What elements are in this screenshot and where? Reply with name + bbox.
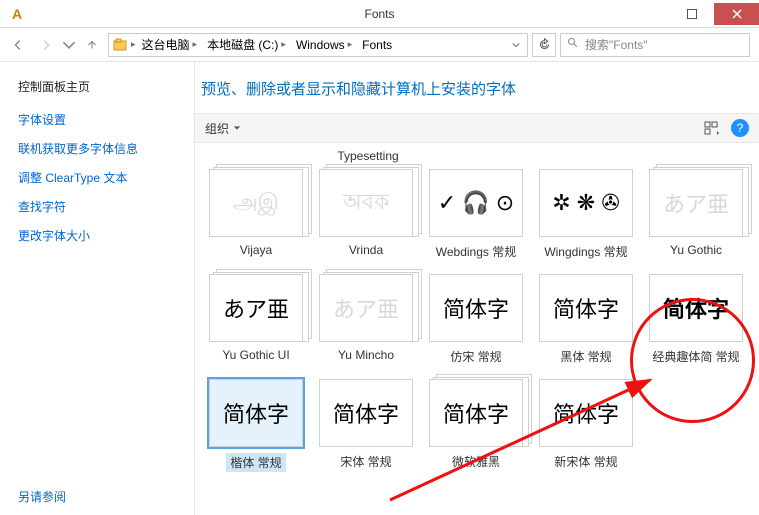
sidebar: 控制面板主页 字体设置 联机获取更多字体信息 调整 ClearType 文本 查… [0,62,195,515]
chevron-down-icon[interactable] [507,41,525,49]
font-preview: 简体字 [429,379,523,447]
font-label: Yu Gothic UI [222,348,289,362]
font-item[interactable]: 简体字黑体 常规 [533,274,639,365]
font-item[interactable]: অবক Vrinda [313,169,419,260]
font-preview: 简体字 [539,274,633,342]
chevron-right-icon: ▸ [131,39,136,50]
sidebar-title[interactable]: 控制面板主页 [18,78,184,95]
breadcrumb-item[interactable]: Fonts [358,38,396,52]
font-preview: あア亜 [319,274,413,342]
font-preview: ✓ 🎧 ⊙ [429,169,523,237]
nav-bar: ▸ 这台电脑▸ 本地磁盘 (C:)▸ Windows▸ Fonts 搜索"Fon… [0,28,759,62]
close-button[interactable] [714,3,759,25]
font-label: 微软雅黑 [452,453,500,470]
search-placeholder: 搜索"Fonts" [585,36,648,53]
font-grid: Typesetting அஇ Vijaya অবক Vrinda ✓ 🎧 ⊙ Webdin… [195,143,759,515]
group-label: Typesetting [313,149,423,163]
search-icon [567,37,579,52]
font-preview: 简体字 [429,274,523,342]
font-preview: 简体字 [209,379,303,447]
forward-button[interactable] [34,33,58,57]
font-preview: 简体字 [539,379,633,447]
sidebar-link-font-settings[interactable]: 字体设置 [18,111,184,128]
font-preview: அஇ [209,169,303,237]
font-item[interactable]: あア亜 Yu Gothic UI [203,274,309,365]
breadcrumb[interactable]: ▸ 这台电脑▸ 本地磁盘 (C:)▸ Windows▸ Fonts [108,33,528,57]
location-icon [111,36,129,54]
font-label: Vijaya [240,243,272,257]
back-button[interactable] [6,33,30,57]
content-pane: 预览、删除或者显示和隐藏计算机上安装的字体 组织 ? Typesetting அ… [195,62,759,515]
refresh-button[interactable] [532,33,556,57]
font-item[interactable]: 简体字宋体 常规 [313,379,419,472]
font-item[interactable]: ✓ 🎧 ⊙ Webdings 常规 [423,169,529,260]
sidebar-link-font-size[interactable]: 更改字体大小 [18,227,184,244]
maximize-button[interactable] [669,3,714,25]
font-preview: 简体字 [319,379,413,447]
font-label: Yu Mincho [338,348,394,362]
search-input[interactable]: 搜索"Fonts" [560,33,750,57]
font-item[interactable]: 简体字仿宋 常规 [423,274,529,365]
font-item[interactable]: あア亜 Yu Gothic [643,169,749,260]
font-label: Vrinda [349,243,383,257]
history-dropdown[interactable] [62,33,76,57]
app-icon: A [8,5,26,23]
sidebar-link-online-fonts[interactable]: 联机获取更多字体信息 [18,140,184,157]
font-item[interactable]: 简体字微软雅黑 [423,379,529,472]
sidebar-footer[interactable]: 另请参阅 [18,488,184,505]
organize-button[interactable]: 组织 [205,120,241,137]
title-bar: A Fonts [0,0,759,28]
font-label: 经典趣体简 常规 [652,348,739,365]
font-preview: ✲ ❋ ✇ [539,169,633,237]
font-preview: あア亜 [209,274,303,342]
sidebar-link-cleartype[interactable]: 调整 ClearType 文本 [18,169,184,186]
font-label: 宋体 常规 [340,453,391,470]
font-item[interactable]: அஇ Vijaya [203,169,309,260]
up-button[interactable] [80,33,104,57]
sidebar-link-find-char[interactable]: 查找字符 [18,198,184,215]
toolbar: 组织 ? [195,113,759,143]
font-item[interactable]: 简体字经典趣体简 常规 [643,274,749,365]
font-item[interactable]: あア亜 Yu Mincho [313,274,419,365]
font-label: 新宋体 常规 [554,453,617,470]
font-preview: অবক [319,169,413,237]
font-item[interactable]: 简体字楷体 常规 [203,379,309,472]
breadcrumb-item[interactable]: 这台电脑▸ [138,36,202,53]
help-button[interactable]: ? [731,119,749,137]
font-preview: あア亜 [649,169,743,237]
font-label: 楷体 常规 [226,453,285,472]
breadcrumb-item[interactable]: Windows▸ [292,38,356,52]
font-item[interactable]: ✲ ❋ ✇ Wingdings 常规 [533,169,639,260]
font-label: Wingdings 常规 [544,243,627,260]
chevron-down-icon [233,124,241,132]
page-title: 预览、删除或者显示和隐藏计算机上安装的字体 [195,62,759,113]
font-label: 仿宋 常规 [450,348,501,365]
font-label: Yu Gothic [670,243,722,257]
font-label: 黑体 常规 [560,348,611,365]
breadcrumb-item[interactable]: 本地磁盘 (C:)▸ [203,36,290,53]
font-label: Webdings 常规 [436,243,516,260]
font-preview: 简体字 [649,274,743,342]
window-title: Fonts [364,7,394,21]
view-options-button[interactable] [703,119,721,137]
font-item[interactable]: 简体字新宋体 常规 [533,379,639,472]
